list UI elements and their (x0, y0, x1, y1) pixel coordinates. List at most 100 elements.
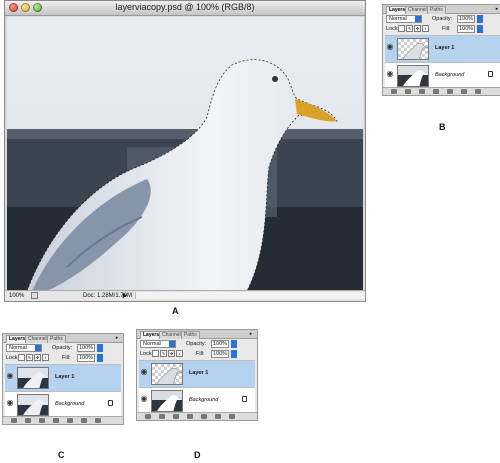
lock-image-icon[interactable]: ✎ (406, 25, 413, 32)
layer-style-icon[interactable] (25, 418, 31, 423)
palette-menu-icon[interactable]: ▸ (114, 335, 120, 341)
tab-paths[interactable]: Paths (427, 6, 446, 14)
seagull-photo (7, 17, 363, 291)
fill-label: Fill: (442, 26, 451, 32)
palette-footer (3, 416, 123, 424)
lock-all-icon[interactable]: ▪ (42, 354, 49, 361)
blend-mode-value: Normal (389, 16, 407, 22)
layer-thumbnail (151, 390, 183, 412)
layer-name[interactable]: Layer 1 (55, 374, 74, 380)
palette-footer (137, 412, 257, 420)
palette-menu-icon[interactable]: ▸ (248, 331, 254, 337)
trash-icon[interactable] (475, 89, 481, 94)
blend-mode-value: Normal (143, 341, 161, 347)
layer-style-icon[interactable] (405, 89, 411, 94)
figure-label-a: A (172, 306, 179, 316)
link-layers-icon[interactable] (11, 418, 17, 423)
eye-icon[interactable]: ◉ (386, 43, 394, 51)
adjustment-layer-icon[interactable] (53, 418, 59, 423)
link-layers-icon[interactable] (145, 414, 151, 419)
palette-tabs: Layers Channels Paths ▸ (3, 334, 123, 343)
chevron-down-icon (415, 16, 421, 22)
opacity-slider-arrow-icon[interactable] (97, 344, 103, 352)
lock-position-icon[interactable]: ✥ (168, 350, 175, 357)
lock-all-icon[interactable]: ▪ (422, 25, 429, 32)
fill-field[interactable]: 100% (77, 354, 95, 362)
layer-mask-icon[interactable] (173, 414, 179, 419)
link-layers-icon[interactable] (391, 89, 397, 94)
document-window: layerviacopy.psd @ 100% (RGB/8) 100% Doc… (4, 0, 366, 302)
lock-transparency-icon[interactable] (18, 354, 25, 361)
fill-slider-arrow-icon[interactable] (97, 354, 103, 362)
eye-icon[interactable]: ◉ (6, 399, 14, 407)
layer-thumbnail (17, 394, 49, 416)
layer-style-icon[interactable] (159, 414, 165, 419)
image-canvas[interactable] (7, 17, 363, 291)
lock-image-icon[interactable]: ✎ (26, 354, 33, 361)
layer-row-background[interactable]: ◉ Background (5, 391, 121, 419)
layer-row-background[interactable]: ◉ Background (385, 62, 500, 90)
fill-field[interactable]: 100% (457, 25, 475, 33)
trash-icon[interactable] (95, 418, 101, 423)
quick-mask-icon[interactable] (31, 292, 38, 299)
opacity-field[interactable]: 100% (77, 344, 95, 352)
fill-label: Fill: (62, 355, 71, 361)
lock-position-icon[interactable]: ✥ (414, 25, 421, 32)
blend-mode-select[interactable]: Normal (386, 15, 422, 23)
fill-slider-arrow-icon[interactable] (231, 350, 237, 358)
layer-mask-icon[interactable] (39, 418, 45, 423)
eye-icon[interactable]: ◉ (6, 372, 14, 380)
horizontal-scrollbar[interactable] (135, 292, 365, 299)
layer-row-layer-1[interactable]: ◉ Layer 1 (139, 360, 255, 387)
layers-palette-d: Layers Channels Paths ▸ Normal Opacity: … (136, 329, 258, 421)
opacity-slider-arrow-icon[interactable] (231, 340, 237, 348)
new-layer-icon[interactable] (461, 89, 467, 94)
fill-label: Fill: (196, 351, 205, 357)
new-group-icon[interactable] (447, 89, 453, 94)
adjustment-layer-icon[interactable] (433, 89, 439, 94)
layer-name[interactable]: Background (189, 397, 218, 403)
new-group-icon[interactable] (201, 414, 207, 419)
adjustment-layer-icon[interactable] (187, 414, 193, 419)
eye-icon[interactable]: ◉ (140, 395, 148, 403)
blend-mode-select[interactable]: Normal (6, 344, 42, 352)
lock-transparency-icon[interactable] (152, 350, 159, 357)
layer-name[interactable]: Background (55, 401, 84, 407)
palette-tabs: Layers Channels Paths ▸ (137, 330, 257, 339)
figure-label-b: B (439, 122, 446, 132)
palette-menu-icon[interactable]: ▸ (494, 6, 500, 12)
opacity-field[interactable]: 100% (457, 15, 475, 23)
layer-row-background[interactable]: ◉ Background (139, 387, 255, 415)
fill-slider-arrow-icon[interactable] (477, 25, 483, 33)
lock-all-icon[interactable]: ▪ (176, 350, 183, 357)
lock-position-icon[interactable]: ✥ (34, 354, 41, 361)
layers-palette-b: Layers Channels Paths ▸ Normal Opacity: … (382, 4, 500, 96)
tab-paths[interactable]: Paths (47, 335, 66, 343)
layer-thumbnail (397, 65, 429, 87)
new-layer-icon[interactable] (215, 414, 221, 419)
eye-icon[interactable]: ◉ (386, 70, 394, 78)
layer-mask-icon[interactable] (419, 89, 425, 94)
layer-row-layer-1[interactable]: ◉ Layer 1 (385, 35, 500, 62)
layer-name[interactable]: Background (435, 72, 464, 78)
opacity-slider-arrow-icon[interactable] (477, 15, 483, 23)
opacity-field[interactable]: 100% (211, 340, 229, 348)
trash-icon[interactable] (229, 414, 235, 419)
lock-transparency-icon[interactable] (398, 25, 405, 32)
palette-footer (383, 87, 500, 95)
layer-row-layer-1[interactable]: ◉ Layer 1 (5, 364, 121, 391)
opacity-label: Opacity: (186, 341, 207, 347)
zoom-level[interactable]: 100% (9, 291, 24, 301)
eye-icon[interactable]: ◉ (140, 368, 148, 376)
blend-mode-select[interactable]: Normal (140, 340, 176, 348)
lock-image-icon[interactable]: ✎ (160, 350, 167, 357)
document-titlebar[interactable]: layerviacopy.psd @ 100% (RGB/8) (5, 1, 365, 16)
layer-name[interactable]: Layer 1 (189, 370, 208, 376)
blend-mode-value: Normal (9, 345, 27, 351)
tab-paths[interactable]: Paths (181, 331, 200, 339)
layer-thumbnail (151, 363, 183, 385)
new-layer-icon[interactable] (81, 418, 87, 423)
layer-name[interactable]: Layer 1 (435, 45, 454, 51)
new-group-icon[interactable] (67, 418, 73, 423)
fill-field[interactable]: 100% (211, 350, 229, 358)
